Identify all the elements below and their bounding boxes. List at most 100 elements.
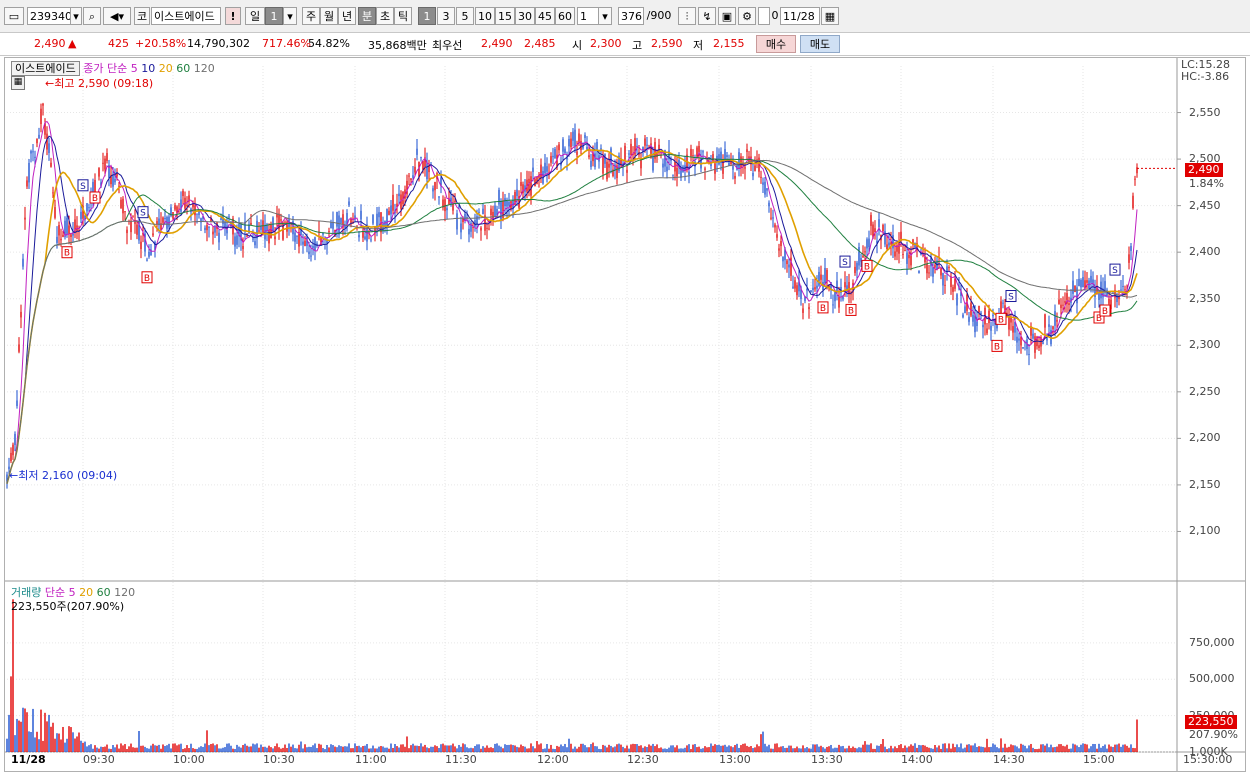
period-count-field[interactable]: 1 (265, 7, 283, 25)
volume-bar (974, 743, 976, 752)
candle-body (904, 250, 906, 252)
candle-body (544, 162, 546, 174)
volume-bar (1118, 743, 1120, 752)
volume-bar (476, 744, 478, 752)
volume-bar (212, 743, 214, 752)
candle-body (778, 248, 780, 251)
period-year-button[interactable]: 년 (338, 7, 356, 25)
grid-toggle-icon[interactable]: ▦ (11, 76, 25, 90)
candle-body (40, 108, 42, 125)
candlestick-chart[interactable]: BSBSBBSBBBSB BSB (5, 58, 1245, 771)
volume-bar (560, 744, 562, 752)
candle-body (1120, 289, 1122, 291)
ma60-label: 60 (176, 62, 191, 75)
draw-tool-icon[interactable]: ↯ (698, 7, 716, 25)
candle-body (674, 161, 676, 172)
candle-body (818, 271, 820, 286)
candle-body (562, 139, 564, 152)
sound-icon[interactable]: ◀▾ (103, 7, 131, 25)
window-menu-icon[interactable]: ▭ (4, 7, 24, 25)
candle-body (68, 225, 70, 234)
volume-bar (958, 747, 960, 752)
calendar-icon[interactable]: ▦ (821, 7, 839, 25)
volume-bar (576, 748, 578, 752)
volume-bar (1096, 748, 1098, 752)
stock-code-input[interactable]: 239340 (27, 7, 71, 25)
candle-body (832, 304, 834, 306)
interval-dropdown-icon[interactable]: ▾ (598, 7, 612, 25)
candle-body (744, 167, 746, 169)
volume-bar (48, 714, 50, 752)
bar-count-input[interactable]: 376 (618, 7, 644, 25)
period-tick-button[interactable]: 틱 (394, 7, 412, 25)
checkbox[interactable] (758, 7, 770, 25)
buy-button[interactable]: 매수 (756, 35, 796, 53)
candle-body (174, 205, 176, 210)
volume-bar (840, 746, 842, 752)
candle-body (222, 215, 224, 225)
volume-bar (846, 748, 848, 752)
volume-bar (240, 747, 242, 752)
date-input[interactable]: 11/28 (780, 7, 820, 25)
current-price-box: 2,490 (1185, 163, 1223, 177)
volume-bar (1036, 749, 1038, 752)
candle-body (480, 227, 482, 231)
search-icon[interactable]: ⌕ (83, 7, 101, 25)
volume-bar (972, 745, 974, 752)
volume-bar (564, 743, 566, 752)
volume-bar (362, 746, 364, 752)
period-second-button[interactable]: 초 (376, 7, 394, 25)
candle-body (1022, 347, 1024, 349)
stock-name-field[interactable]: 이스트에이드 (151, 7, 221, 25)
volume-bar (484, 747, 486, 752)
candle-body (768, 202, 770, 207)
volume-bar (878, 745, 880, 752)
candle-body (546, 166, 548, 172)
y-tick-label: 2,350 (1189, 291, 1221, 305)
interval-5-button[interactable]: 5 (456, 7, 474, 25)
interval-input[interactable]: 1 (577, 7, 599, 25)
candle-body (746, 149, 748, 152)
volume-bar (764, 743, 766, 752)
volume-bar (528, 748, 530, 752)
sell-button[interactable]: 매도 (800, 35, 840, 53)
interval-10-button[interactable]: 10 (475, 7, 495, 25)
interval-1-button[interactable]: 1 (418, 7, 436, 25)
code-dropdown-icon[interactable]: ▾ (70, 7, 82, 25)
candle-body (328, 231, 330, 233)
volume-bar (896, 748, 898, 752)
period-week-button[interactable]: 주 (302, 7, 320, 25)
volume-bar (952, 743, 954, 752)
interval-3-button[interactable]: 3 (437, 7, 455, 25)
volume-bar (470, 747, 472, 752)
interval-60-button[interactable]: 60 (555, 7, 575, 25)
volume-bar (618, 743, 620, 752)
candle-body (732, 166, 734, 170)
candle-body (898, 241, 900, 254)
chart-frame[interactable]: BSBSBBSBBBSBBSB 이스트에이드 종가 단순 5 10 20 60 … (4, 57, 1246, 772)
period-month-button[interactable]: 월 (320, 7, 338, 25)
alert-button[interactable]: ! (225, 7, 241, 25)
volume-bar (868, 744, 870, 752)
period-day-button[interactable]: 일 (245, 7, 265, 25)
period-minute-button[interactable]: 분 (358, 7, 376, 25)
save-icon[interactable]: ▣ (718, 7, 736, 25)
volume-bar (62, 726, 64, 752)
gear-icon[interactable]: ⚙ (738, 7, 756, 25)
interval-45-button[interactable]: 45 (535, 7, 555, 25)
candle-body (1118, 296, 1120, 300)
volume-bar (944, 743, 946, 752)
stock-name-tag[interactable]: 이스트에이드 (11, 61, 80, 76)
candle-body (344, 225, 346, 228)
interval-15-button[interactable]: 15 (495, 7, 515, 25)
candle-body (340, 218, 342, 224)
interval-30-button[interactable]: 30 (515, 7, 535, 25)
volume-bar (456, 748, 458, 752)
volume-bar (214, 745, 216, 752)
volume-bar (662, 748, 664, 752)
candle-body (348, 201, 350, 206)
volume-bar (224, 747, 226, 752)
period-count-dropdown-icon[interactable]: ▾ (283, 7, 297, 25)
candle-type-icon[interactable]: ⫶ (678, 7, 696, 25)
volume-bar (398, 747, 400, 752)
